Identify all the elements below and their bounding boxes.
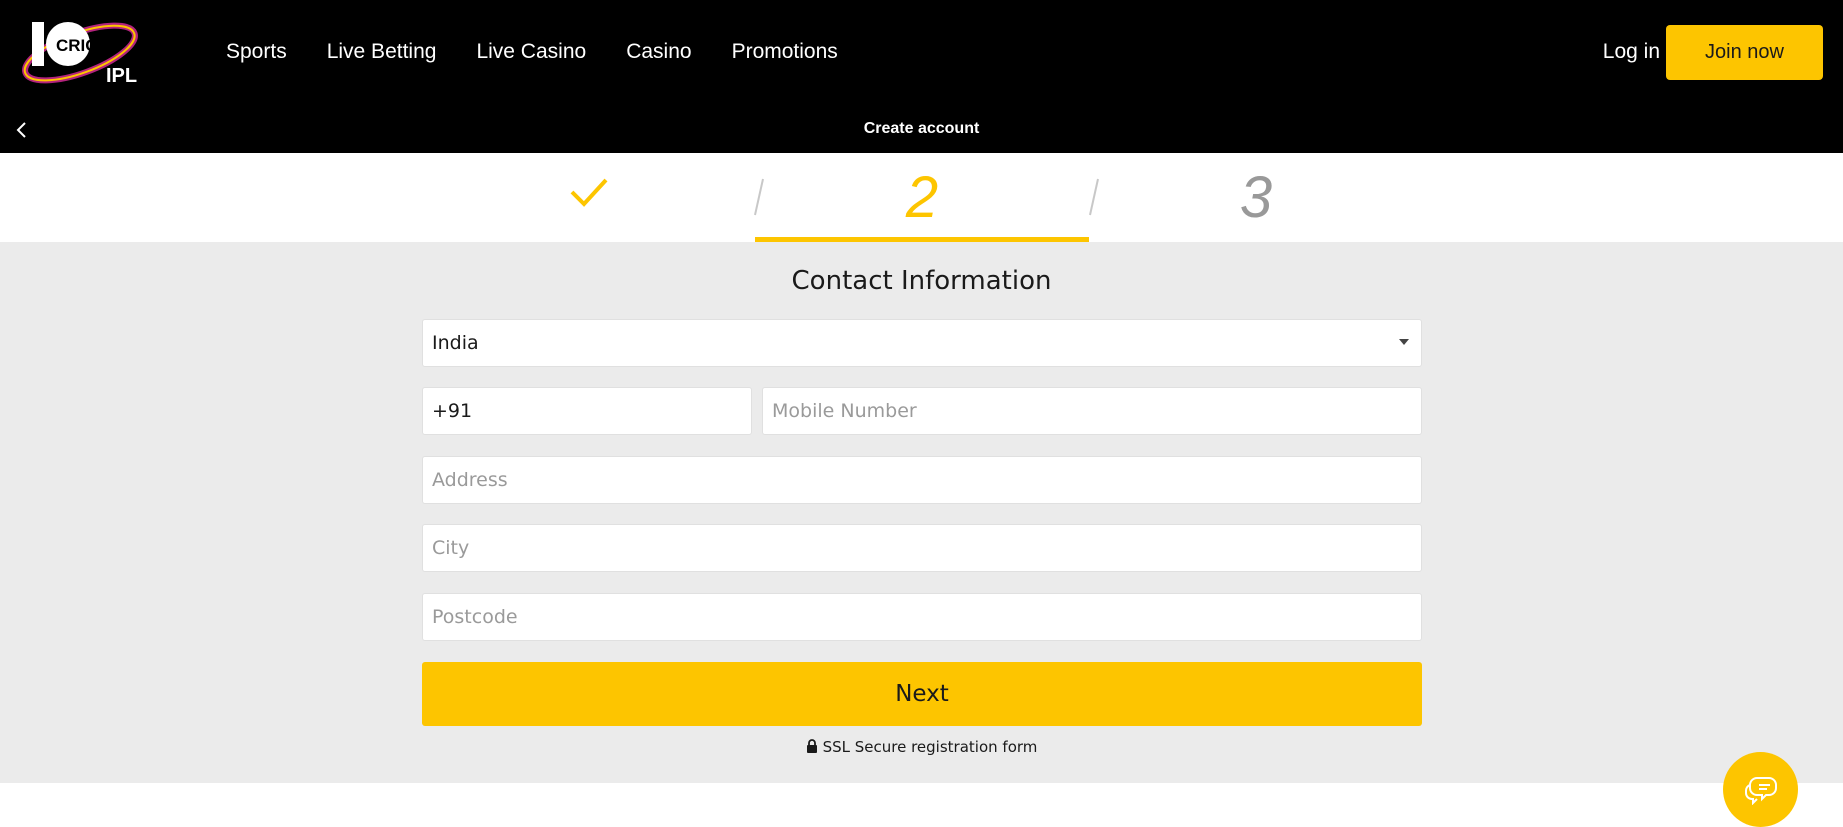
10cric-ipl-logo[interactable]: CRIC IPL [18, 18, 143, 88]
mobile-number-input[interactable] [763, 388, 1421, 434]
main-nav: Sports Live Betting Live Casino Casino P… [226, 36, 878, 68]
step-3: 3 [1089, 153, 1423, 242]
next-button[interactable]: Next [422, 662, 1422, 726]
step-2: 2 [755, 153, 1089, 242]
country-select[interactable]: India [422, 319, 1422, 367]
nav-casino[interactable]: Casino [626, 36, 691, 68]
nav-promotions[interactable]: Promotions [732, 36, 838, 68]
page-title: Create account [863, 120, 980, 137]
city-field[interactable] [422, 524, 1422, 572]
ssl-notice: SSL Secure registration form [0, 738, 1843, 756]
check-icon [570, 178, 608, 207]
svg-text:IPL: IPL [106, 65, 137, 87]
login-link[interactable]: Log in [1603, 36, 1660, 68]
chat-button[interactable] [1723, 752, 1798, 827]
postcode-input[interactable] [423, 594, 1421, 640]
postcode-field[interactable] [422, 593, 1422, 641]
ssl-text: SSL Secure registration form [822, 738, 1038, 756]
city-input[interactable] [423, 525, 1421, 571]
nav-live-betting[interactable]: Live Betting [327, 36, 437, 68]
join-now-button[interactable]: Join now [1666, 25, 1823, 80]
nav-live-casino[interactable]: Live Casino [476, 36, 586, 68]
phone-prefix-input[interactable] [423, 388, 751, 434]
step-2-label: 2 [905, 165, 939, 230]
phone-prefix-field[interactable] [422, 387, 752, 435]
chat-bubbles-icon [1744, 776, 1777, 805]
lock-icon [806, 739, 817, 753]
address-field[interactable] [422, 456, 1422, 504]
nav-sports[interactable]: Sports [226, 36, 287, 68]
form-title: Contact Information [791, 266, 1052, 296]
dropdown-caret-icon [1399, 339, 1409, 345]
svg-text:CRIC: CRIC [56, 36, 98, 55]
top-header: CRIC IPL Sports Live Betting Live Casino… [0, 0, 1843, 153]
address-input[interactable] [423, 457, 1421, 503]
country-value: India [432, 332, 479, 354]
step-3-label: 3 [1239, 165, 1273, 230]
mobile-number-field[interactable] [762, 387, 1422, 435]
contact-form: Contact Information India Next SSL Secur… [0, 242, 1843, 783]
